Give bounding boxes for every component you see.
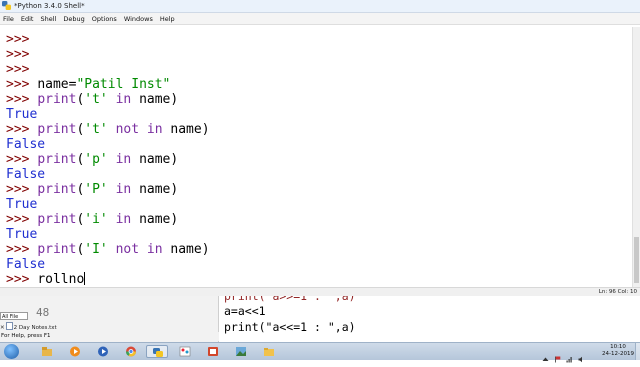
- shell-input-line: >>> name="Patil Inst": [6, 77, 170, 92]
- shell-prompt: >>>: [6, 62, 30, 77]
- shell-input-line: >>> print('P' in name): [6, 182, 178, 197]
- taskbar-python-button[interactable]: [146, 345, 168, 358]
- help-status-text: For Help, press F1: [0, 332, 219, 341]
- photos-icon: [236, 347, 246, 356]
- shell-output-line: False: [6, 257, 46, 272]
- shell-prompt: >>>: [6, 272, 38, 287]
- shell-input-line: >>>: [6, 62, 29, 77]
- shell-code: print('P' in name): [37, 182, 179, 197]
- shell-input-line: >>> print('I' not in name): [6, 242, 210, 257]
- shell-code: print('t' not in name): [37, 122, 210, 137]
- taskbar-media-button-2[interactable]: [92, 345, 114, 358]
- shell-prompt: >>>: [6, 152, 38, 167]
- file-filter-dropdown[interactable]: All File: [0, 312, 28, 320]
- vertical-scrollbar[interactable]: [632, 27, 640, 287]
- shell-prompt: >>>: [6, 47, 30, 62]
- explorer-icon: [42, 347, 52, 356]
- python-shell-icon: [153, 348, 163, 357]
- system-tray: 10:10 24-12-2019: [490, 343, 640, 363]
- menu-help[interactable]: Help: [160, 13, 175, 25]
- python-shell-window: *Python 3.4.0 Shell* File Edit Shell Deb…: [0, 0, 640, 297]
- title-bar[interactable]: *Python 3.4.0 Shell*: [0, 0, 640, 13]
- menu-options[interactable]: Options: [92, 13, 117, 25]
- office-icon: [208, 347, 218, 356]
- window-title: *Python 3.4.0 Shell*: [14, 2, 85, 10]
- taskbar-paint-button[interactable]: [174, 345, 196, 358]
- shell-code: print('t' in name): [37, 92, 179, 107]
- taskbar-folder-button[interactable]: [258, 345, 280, 358]
- shell-output-line: False: [6, 167, 46, 182]
- shell-output-line: True: [6, 227, 38, 242]
- taskbar: 10:10 24-12-2019: [0, 342, 640, 363]
- shell-input-line: >>>: [6, 47, 29, 62]
- media-player-icon: [70, 346, 80, 357]
- shell-prompt: >>>: [6, 212, 38, 227]
- shell-output-line: False: [6, 137, 46, 152]
- shell-input-line: >>> print('i' in name): [6, 212, 178, 227]
- clock-time: 10:10: [610, 344, 626, 350]
- shell-code: name="Patil Inst": [37, 77, 171, 92]
- taskbar-chrome-button[interactable]: [120, 345, 142, 358]
- folder-icon: [264, 348, 274, 356]
- shell-prompt: >>>: [6, 122, 38, 137]
- volume-icon[interactable]: [578, 348, 585, 363]
- menu-shell[interactable]: Shell: [40, 13, 56, 25]
- menu-bar: File Edit Shell Debug Options Windows He…: [0, 13, 640, 25]
- clock-date: 24-12-2019: [602, 351, 634, 357]
- shell-code: print('I' not in name): [37, 242, 210, 257]
- flag-icon[interactable]: [554, 348, 561, 363]
- paint-icon: [179, 346, 191, 357]
- taskbar-clock[interactable]: 10:10 24-12-2019: [602, 344, 634, 358]
- shell-input-line: >>> print('p' in name): [6, 152, 178, 167]
- taskbar-photos-button[interactable]: [230, 345, 252, 358]
- shell-prompt: >>>: [6, 242, 38, 257]
- shell-output-line: True: [6, 197, 38, 212]
- taskbar-office-button[interactable]: [202, 345, 224, 358]
- menu-edit[interactable]: Edit: [21, 13, 34, 25]
- menu-windows[interactable]: Windows: [124, 13, 153, 25]
- show-desktop-button[interactable]: [635, 343, 640, 360]
- python-icon: [2, 1, 11, 10]
- line-number: 48: [36, 306, 50, 319]
- shell-output-line: True: [6, 107, 38, 122]
- code-line: a=a<<1: [224, 304, 266, 318]
- shell-text-area[interactable]: >>> >>> >>> >>> name="Patil Inst" >>> print(…: [0, 27, 632, 287]
- background-code-editor: print("a>>=1 : ",a) a=a<<1 print("a<<=1 …: [219, 296, 640, 344]
- taskbar-explorer-button[interactable]: [36, 345, 58, 358]
- shell-input-line: >>> print('t' in name): [6, 92, 178, 107]
- shell-code: rollno: [37, 272, 85, 287]
- taskbar-media-button[interactable]: [64, 345, 86, 358]
- code-line: print("a>>=1 : ",a): [224, 296, 356, 303]
- document-tab-label: 2 Day Notes.txt: [13, 325, 57, 331]
- close-icon[interactable]: ✕: [0, 325, 5, 331]
- shell-prompt: >>>: [6, 32, 30, 47]
- file-icon: [5, 322, 13, 330]
- shell-input-line: >>>: [6, 32, 29, 47]
- text-cursor: [84, 272, 86, 285]
- shell-prompt: >>>: [6, 92, 38, 107]
- shell-prompt: >>>: [6, 77, 38, 92]
- shell-input-line: >>> rollno: [6, 272, 86, 287]
- document-tab[interactable]: ✕ 2 Day Notes.txt: [0, 322, 60, 331]
- start-button[interactable]: [4, 344, 19, 359]
- code-line: print("a<<=1 : ",a): [224, 320, 356, 334]
- shell-input-line: >>> print('t' not in name): [6, 122, 210, 137]
- show-hidden-icons-icon[interactable]: [542, 348, 549, 361]
- scrollbar-thumb[interactable]: [634, 237, 639, 283]
- menu-debug[interactable]: Debug: [63, 13, 84, 25]
- menu-file[interactable]: File: [3, 13, 14, 25]
- shell-prompt: >>>: [6, 182, 38, 197]
- chrome-icon: [126, 346, 136, 357]
- shell-code: print('i' in name): [37, 212, 179, 227]
- shell-code: print('p' in name): [37, 152, 179, 167]
- media-player-icon: [98, 346, 108, 357]
- network-icon[interactable]: [566, 348, 573, 363]
